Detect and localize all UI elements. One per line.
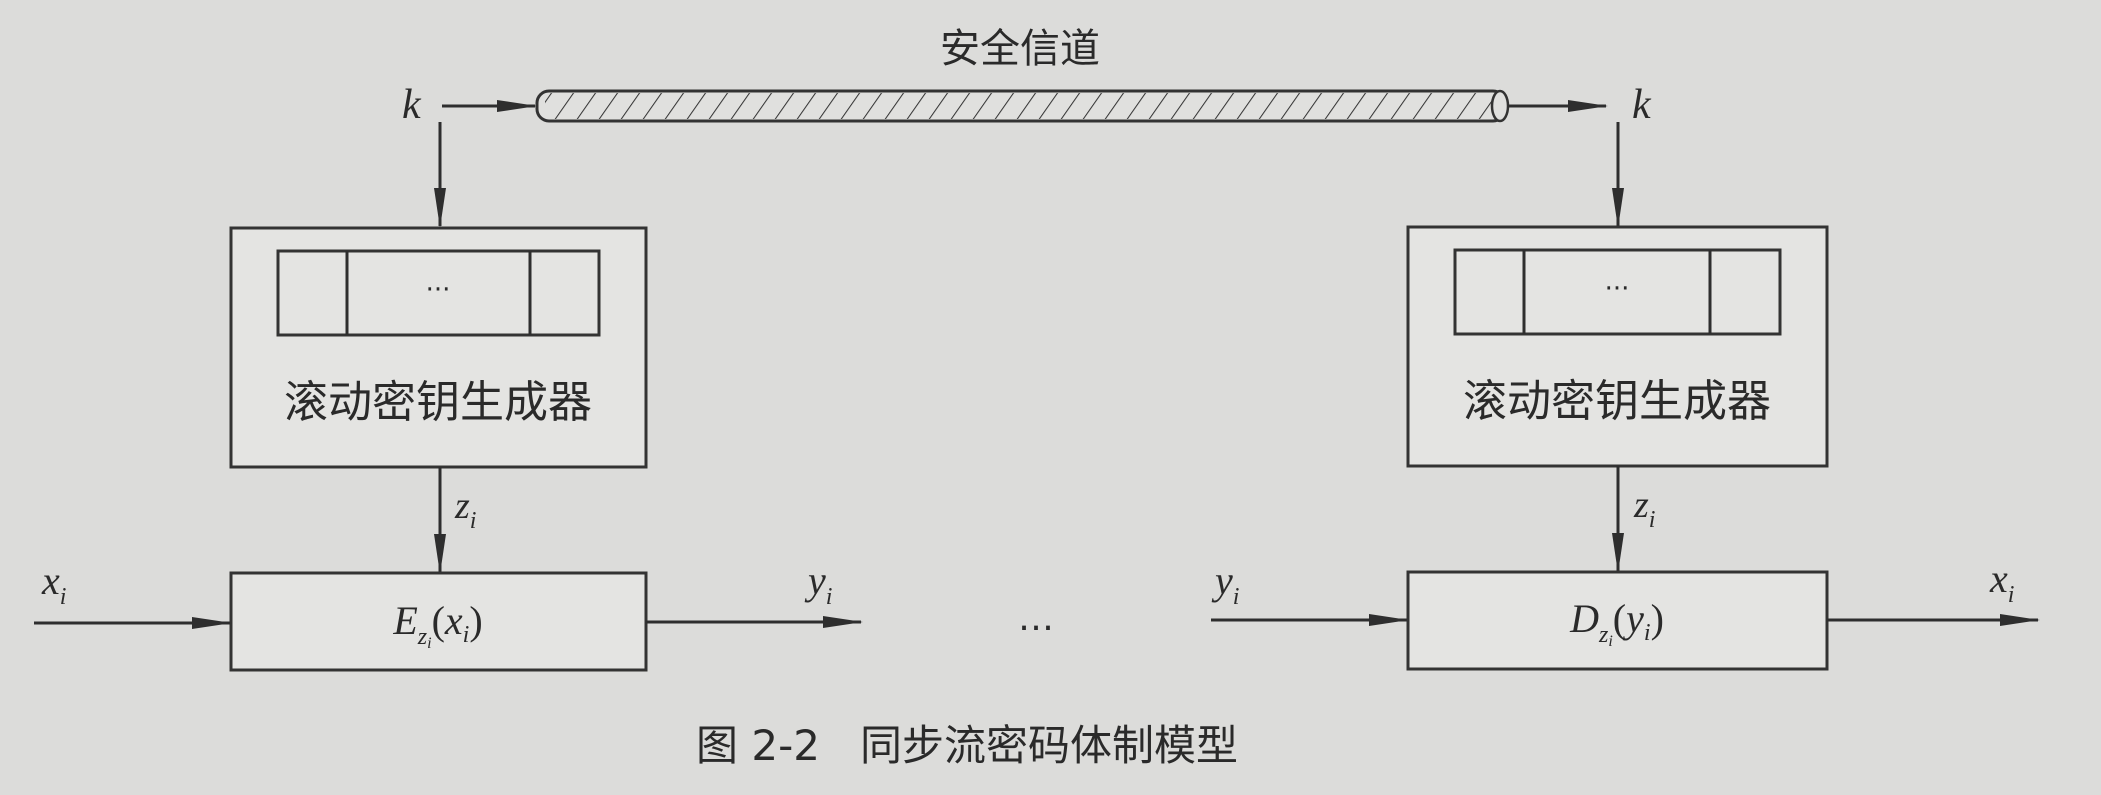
keystream-generator-right: ··· 滚动密钥生成器: [1406, 225, 1829, 468]
shift-register-left: ···: [276, 249, 601, 337]
secure-channel-tube: [535, 89, 1510, 123]
key-label-left: k: [402, 82, 422, 128]
generator-label: 滚动密钥生成器: [284, 377, 592, 428]
secure-channel-label: 安全信道: [940, 26, 1100, 72]
key-label-right: k: [1632, 82, 1652, 128]
keystream-generator-left: ··· 滚动密钥生成器: [229, 226, 648, 469]
generator-label: 滚动密钥生成器: [1463, 376, 1771, 427]
register-ellipsis: ···: [1605, 274, 1630, 304]
figure-caption: 图 2-2 同步流密码体制模型: [696, 721, 1238, 770]
keystream-label-right: zi: [1633, 484, 1655, 533]
shift-register-right: ···: [1453, 248, 1782, 336]
ciphertext-label-right: yi: [1211, 558, 1239, 610]
plaintext-label-right: xi: [1989, 556, 2014, 608]
transmission-ellipsis: …: [1018, 598, 1054, 639]
keystream-label-left: zi: [454, 485, 476, 534]
ciphertext-label-left: yi: [804, 558, 832, 610]
register-ellipsis: ···: [426, 275, 451, 305]
plaintext-label-left: xi: [41, 558, 66, 610]
synchronous-stream-cipher-diagram: 安全信道 k k ··· 滚动密钥生成器 ··· 滚动密钥生成器 zi zi E…: [34, 26, 2040, 770]
